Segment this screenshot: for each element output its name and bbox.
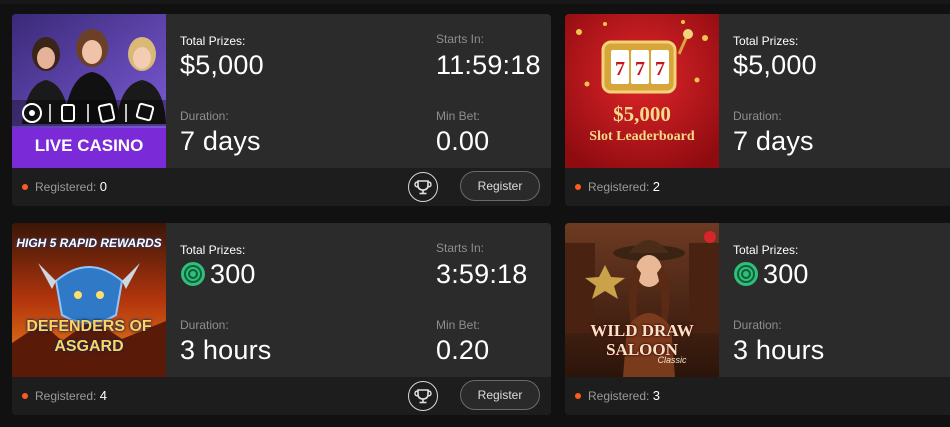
total-prizes-label: Total Prizes:: [180, 243, 246, 257]
min-bet-label: Min Bet:: [436, 109, 481, 123]
total-prizes-amount: 300: [763, 259, 809, 289]
status-dot-icon: [22, 184, 28, 190]
registered-status: Registered: 4: [22, 388, 107, 403]
duration-label: Duration:: [733, 318, 782, 332]
starts-in-value: 11:59:18: [436, 50, 541, 80]
registered-count: 3: [652, 388, 660, 403]
total-prizes-label: Total Prizes:: [733, 243, 799, 257]
tournament-footer: Registered: 2: [565, 168, 950, 206]
registered-label: Registered:: [35, 180, 97, 194]
duration-value: 3 hours: [180, 335, 272, 365]
thumbnail-subtitle: Classic: [657, 355, 687, 365]
duration-value: 7 days: [180, 126, 261, 156]
starts-in-label: Starts In:: [436, 241, 485, 255]
trophy-icon: [414, 180, 432, 195]
total-prizes-amount: 300: [210, 259, 256, 289]
total-prizes-value: $5,000: [180, 50, 264, 80]
starts-in-label: Starts In:: [436, 32, 485, 46]
registered-status: Registered: 0: [22, 179, 107, 194]
registered-label: Registered:: [588, 180, 650, 194]
svg-text:7: 7: [615, 58, 625, 80]
thumbnail-subtitle: Slot Leaderboard: [589, 129, 695, 144]
registered-label: Registered:: [588, 389, 650, 403]
tournament-stats: Total Prizes: 300 Starts In: 3:59:18 Dur…: [166, 223, 551, 377]
registered-count: 4: [99, 388, 107, 403]
tournament-card-wild-draw-saloon: WILD DRAW SALOON Classic Total Prizes: 3…: [565, 223, 950, 415]
bonus-coin-icon: [734, 262, 758, 286]
status-dot-icon: [575, 393, 581, 399]
tournament-thumbnail[interactable]: 7 7 7 $5,000 Slot Leaderboard: [565, 14, 719, 168]
tournament-thumbnail[interactable]: WILD DRAW SALOON Classic: [565, 223, 719, 377]
tournament-stats: Total Prizes: $5,000 Duration: 7 days: [719, 14, 950, 168]
registered-count: 2: [652, 179, 660, 194]
leaderboard-trophy-button[interactable]: [408, 172, 438, 202]
duration-value: 7 days: [733, 126, 814, 156]
svg-text:7: 7: [635, 58, 645, 80]
thumbnail-title: LIVE CASINO: [34, 136, 144, 155]
registered-status: Registered: 3: [575, 388, 660, 403]
tournament-stats: Total Prizes: $5,000 Starts In: 11:59:18…: [166, 14, 551, 168]
min-bet-label: Min Bet:: [436, 318, 481, 332]
registered-label: Registered:: [35, 389, 97, 403]
registered-status: Registered: 2: [575, 179, 660, 194]
thumbnail-title: WILD DRAW SALOON: [590, 321, 694, 359]
register-button[interactable]: Register: [460, 380, 540, 410]
tournament-thumbnail[interactable]: LIVE CASINO: [12, 14, 166, 168]
total-prizes-value: 300: [733, 259, 809, 290]
status-dot-icon: [575, 184, 581, 190]
total-prizes-value: $5,000: [733, 50, 817, 80]
tournament-card-live-casino: LIVE CASINO Total Prizes: $5,000 Starts …: [12, 14, 551, 206]
tournament-footer: Registered: 4 Register: [12, 377, 551, 415]
tournament-thumbnail[interactable]: HIGH 5 RAPID REWARDS DEFENDERS OF ASGARD: [12, 223, 166, 377]
duration-label: Duration:: [180, 109, 229, 123]
registered-count: 0: [99, 179, 107, 194]
thumbnail-title: $5,000: [613, 102, 671, 126]
duration-value: 3 hours: [733, 335, 825, 365]
tournament-stats: Total Prizes: 300 Duration: 3 hours: [719, 223, 950, 377]
register-button[interactable]: Register: [460, 171, 540, 201]
duration-label: Duration:: [180, 318, 229, 332]
tournament-card-defenders-of-asgard: HIGH 5 RAPID REWARDS DEFENDERS OF ASGARD…: [12, 223, 551, 415]
tournament-card-slot-leaderboard: 7 7 7 $5,000 Slot Leaderboard Total Priz…: [565, 14, 950, 206]
total-prizes-value: 300: [180, 259, 256, 290]
total-prizes-label: Total Prizes:: [180, 34, 246, 48]
top-divider: [0, 0, 950, 4]
thumbnail-tagline: HIGH 5 RAPID REWARDS: [16, 236, 162, 250]
bonus-coin-icon: [181, 262, 205, 286]
duration-label: Duration:: [733, 109, 782, 123]
trophy-icon: [414, 389, 432, 404]
tournament-footer: Registered: 3: [565, 377, 950, 415]
min-bet-value: 0.20: [436, 335, 490, 365]
min-bet-value: 0.00: [436, 126, 490, 156]
total-prizes-label: Total Prizes:: [733, 34, 799, 48]
status-dot-icon: [22, 393, 28, 399]
tournament-footer: Registered: 0 Register: [12, 168, 551, 206]
leaderboard-trophy-button[interactable]: [408, 381, 438, 411]
svg-text:7: 7: [655, 58, 665, 80]
thumbnail-title: DEFENDERS OF ASGARD: [26, 318, 152, 355]
starts-in-value: 3:59:18: [436, 259, 528, 289]
